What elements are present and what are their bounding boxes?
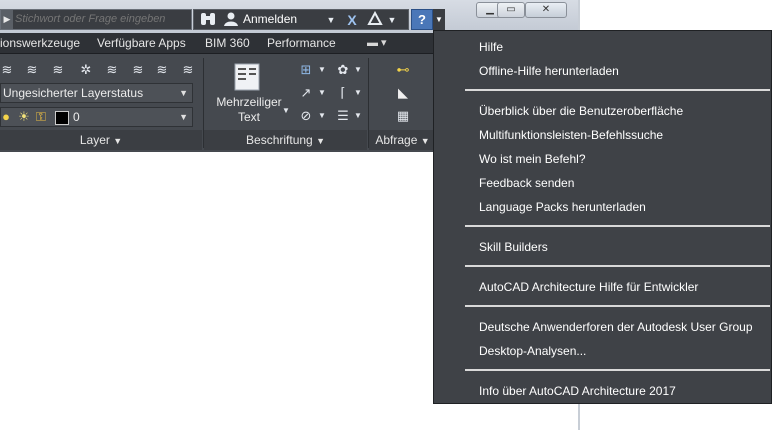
menu-separator: [465, 89, 770, 91]
layer-off-icon[interactable]: ≋: [104, 62, 120, 78]
multileader-icon[interactable]: ✿: [334, 62, 352, 78]
ribbon-tabs: ionswerkzeuge Verfügbare Apps BIM 360 Pe…: [0, 33, 436, 54]
sign-in-button[interactable]: Anmelden: [243, 12, 297, 26]
menu-item-developer-help[interactable]: AutoCAD Architecture Hilfe für Entwickle…: [479, 280, 698, 294]
table-grid-icon[interactable]: ☰: [334, 108, 352, 124]
mtext-icon[interactable]: [232, 62, 262, 92]
help-menu: Hilfe Offline-Hilfe herunterladen Überbl…: [433, 30, 772, 404]
chevron-down-icon: ▼: [420, 136, 430, 146]
color-swatch: [55, 111, 69, 125]
tab-bim360[interactable]: BIM 360: [205, 36, 250, 50]
binoculars-icon[interactable]: [198, 11, 218, 29]
mtext-label-line2: Text: [237, 110, 260, 124]
a360-dropdown-icon[interactable]: ▼: [387, 11, 397, 29]
user-icon[interactable]: [222, 11, 240, 29]
menu-item-about[interactable]: Info über AutoCAD Architecture 2017: [479, 384, 676, 398]
menu-separator: [465, 369, 770, 371]
mtext-dropdown-icon[interactable]: ▼: [282, 103, 290, 119]
menu-item-skill-builders[interactable]: Skill Builders: [479, 240, 548, 254]
layer-tool-icon[interactable]: ≋: [50, 62, 66, 78]
exchange-x-icon[interactable]: X: [343, 11, 361, 29]
unlock-icon: ⚿: [36, 109, 46, 124]
dimension-icon[interactable]: ⊞: [296, 62, 316, 78]
mtext-button[interactable]: Mehrzeiliger Text: [214, 95, 284, 125]
layer-dropdown[interactable]: ● ☀ ⚿ 0 ▼: [0, 107, 193, 127]
measure-icon[interactable]: ⊷: [393, 62, 413, 78]
menu-separator: [465, 265, 770, 267]
layer-lock-icon[interactable]: ≋: [154, 62, 170, 78]
help-button[interactable]: ?: [411, 9, 433, 30]
close-button[interactable]: ✕: [525, 2, 567, 18]
menu-item-user-group-forums[interactable]: Deutsche Anwenderforen der Autodesk User…: [479, 320, 753, 334]
chevron-down-icon[interactable]: ▼: [318, 62, 326, 78]
menu-separator: [465, 305, 770, 307]
search-input[interactable]: [15, 11, 187, 27]
calculator-icon[interactable]: ▦: [393, 108, 413, 124]
panel-title-layer[interactable]: Layer ▼: [0, 130, 202, 150]
search-expand-icon[interactable]: ▶: [1, 10, 13, 29]
menu-item-hilfe[interactable]: Hilfe: [479, 40, 503, 54]
panel-annotation-label: Beschriftung: [246, 133, 313, 147]
layer-match-icon[interactable]: ≋: [180, 62, 196, 78]
chevron-down-icon[interactable]: ▼: [318, 85, 326, 101]
chevron-down-icon: ▼: [179, 112, 188, 122]
dim-style-icon[interactable]: ⌈: [334, 85, 352, 101]
drawing-area[interactable]: [0, 152, 436, 430]
search-box[interactable]: ▶: [0, 9, 192, 30]
chevron-down-icon[interactable]: ▼: [354, 108, 362, 124]
help-dropdown-icon[interactable]: ▼: [433, 9, 445, 30]
current-layer-name: 0: [73, 110, 80, 124]
layer-state-dropdown[interactable]: Ungesicherter Layerstatus ▼: [0, 83, 193, 103]
panel-query-label: Abfrage: [375, 133, 418, 147]
layer-state-value: Ungesicherter Layerstatus: [3, 86, 144, 100]
ribbon-minimize-icon[interactable]: ▬ ▾: [367, 36, 387, 49]
signin-dropdown-icon[interactable]: ▼: [325, 11, 337, 29]
lightbulb-icon: ●: [2, 109, 10, 124]
layer-tool-icon[interactable]: ≋: [0, 62, 14, 78]
chevron-down-icon: ▼: [179, 88, 188, 98]
area-icon[interactable]: ◣: [393, 85, 413, 101]
help-icon: ?: [418, 12, 426, 27]
maximize-button[interactable]: ▭: [497, 2, 525, 18]
sun-icon: ☀: [18, 109, 30, 124]
tab-ionswerkzeuge[interactable]: ionswerkzeuge: [0, 36, 80, 50]
chevron-down-icon[interactable]: ▼: [318, 108, 326, 124]
chevron-down-icon: ▼: [113, 136, 123, 146]
menu-item-ui-overview[interactable]: Überblick über die Benutzeroberfläche: [479, 104, 683, 118]
menu-item-where-is-command[interactable]: Wo ist mein Befehl?: [479, 152, 586, 166]
chevron-down-icon: ▼: [316, 136, 325, 146]
layer-tool-icon[interactable]: ≋: [24, 62, 40, 78]
menu-separator: [465, 225, 770, 227]
chevron-down-icon[interactable]: ▼: [354, 85, 362, 101]
panel-title-annotation[interactable]: Beschriftung ▼: [204, 130, 367, 150]
a360-triangle-icon[interactable]: [366, 10, 384, 29]
layer-isolate-icon[interactable]: ≋: [130, 62, 146, 78]
tab-verfuegbare-apps[interactable]: Verfügbare Apps: [97, 36, 186, 50]
menu-item-ribbon-search[interactable]: Multifunktionsleisten-Befehlssuche: [479, 128, 663, 142]
menu-item-desktop-analytics[interactable]: Desktop-Analysen...: [479, 344, 586, 358]
mtext-label-line1: Mehrzeiliger: [216, 95, 282, 109]
table-icon[interactable]: ⊘: [296, 108, 316, 124]
leader-icon[interactable]: ↗: [296, 85, 316, 101]
menu-item-language-packs[interactable]: Language Packs herunterladen: [479, 200, 646, 214]
chevron-down-icon[interactable]: ▼: [354, 62, 362, 78]
tab-performance[interactable]: Performance: [267, 36, 336, 50]
panel-layer-label: Layer: [79, 133, 110, 147]
menu-item-feedback[interactable]: Feedback senden: [479, 176, 574, 190]
menu-item-offline-help[interactable]: Offline-Hilfe herunterladen: [479, 64, 619, 78]
panel-title-query[interactable]: Abfrage ▼: [369, 130, 436, 150]
layer-freeze-icon[interactable]: ✲: [78, 62, 94, 78]
